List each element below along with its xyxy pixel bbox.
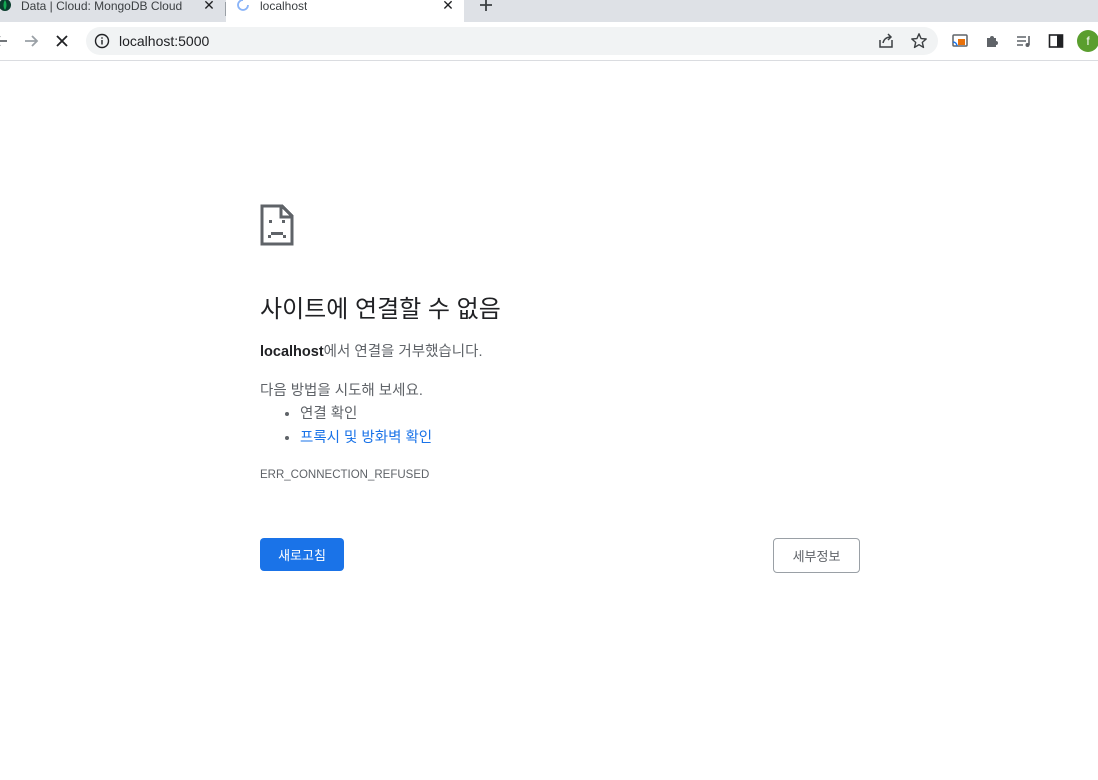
- new-tab-button[interactable]: [476, 0, 496, 15]
- proxy-firewall-link[interactable]: 프록시 및 방화벽 확인: [300, 430, 432, 446]
- stop-loading-icon: [56, 35, 68, 47]
- error-heading: 사이트에 연결할 수 없음: [260, 296, 501, 323]
- cast-icon: [952, 34, 968, 47]
- info-icon[interactable]: [94, 33, 110, 54]
- side-panel-icon: [1048, 34, 1064, 48]
- star-icon[interactable]: [910, 32, 928, 55]
- tab-strip: Data | Cloud: MongoDB Cloud ✕ localhost …: [0, 0, 1098, 22]
- side-panel-button[interactable]: [1045, 30, 1067, 52]
- error-description: localhost에서 연결을 거부했습니다.: [260, 340, 482, 361]
- tab-title: localhost: [260, 0, 308, 13]
- error-message: 에서 연결을 거부했습니다.: [323, 344, 483, 360]
- try-label: 다음 방법을 시도해 보세요.: [260, 383, 423, 399]
- close-icon[interactable]: ✕: [201, 0, 217, 13]
- tab-title: Data | Cloud: MongoDB Cloud: [21, 0, 183, 13]
- address-url[interactable]: localhost:5000: [119, 33, 209, 49]
- share-icon[interactable]: [877, 32, 895, 55]
- extensions-icon: [987, 36, 998, 47]
- error-code: ERR_CONNECTION_REFUSED: [260, 469, 430, 481]
- suggestion-list: 연결 확인 프록시 및 방화벽 확인: [260, 402, 432, 450]
- cast-button[interactable]: [949, 30, 971, 52]
- close-icon[interactable]: ✕: [440, 0, 456, 13]
- plus-icon: [480, 0, 492, 11]
- profile-initial: f: [1086, 34, 1090, 48]
- browser-toolbar: localhost:5000 f: [0, 22, 1098, 61]
- media-queue-icon: [1017, 36, 1030, 47]
- forward-arrow-icon: [25, 35, 39, 47]
- address-bar[interactable]: localhost:5000: [86, 27, 938, 55]
- mongodb-leaf-icon: [0, 0, 12, 15]
- back-arrow-icon: [0, 36, 7, 46]
- back-button[interactable]: [0, 30, 12, 52]
- forward-button[interactable]: [20, 30, 42, 52]
- details-button[interactable]: 세부정보: [773, 538, 860, 573]
- tab-localhost[interactable]: localhost ✕: [226, 0, 464, 22]
- sad-page-icon: [260, 204, 294, 251]
- extensions-button[interactable]: [981, 30, 1003, 52]
- stop-button[interactable]: [51, 30, 73, 52]
- error-host: localhost: [260, 344, 324, 360]
- loading-spinner-icon: [236, 0, 250, 15]
- reload-button[interactable]: 새로고침: [260, 538, 344, 571]
- profile-avatar[interactable]: f: [1077, 30, 1098, 52]
- media-queue-button[interactable]: [1013, 30, 1035, 52]
- tab-mongodb[interactable]: Data | Cloud: MongoDB Cloud ✕: [0, 0, 225, 22]
- suggestion-check-connection: 연결 확인: [300, 402, 432, 426]
- suggestion-proxy-firewall: 프록시 및 방화벽 확인: [300, 426, 432, 450]
